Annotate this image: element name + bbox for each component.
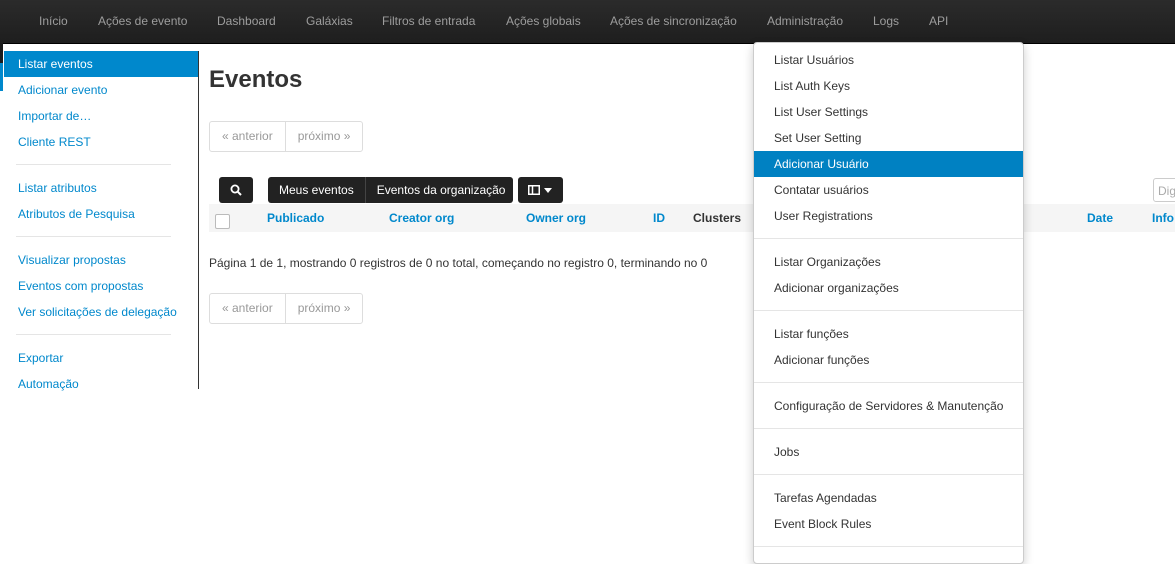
- sidebar-item-automacao[interactable]: Automação: [4, 371, 198, 397]
- menu-item-listar-usuarios[interactable]: Listar Usuários: [754, 47, 1023, 73]
- sidebar-item-atributos-de-pesquisa[interactable]: Atributos de Pesquisa: [4, 201, 198, 227]
- events-table-header: Publicado Creator org Owner org ID Clust…: [209, 204, 1175, 232]
- menu-item-listar-funcoes[interactable]: Listar funções: [754, 321, 1023, 347]
- select-all-checkbox[interactable]: [215, 214, 230, 229]
- column-creator-org[interactable]: Creator org: [389, 204, 454, 232]
- column-date[interactable]: Date: [1087, 204, 1113, 232]
- org-events-button[interactable]: Eventos da organização: [364, 177, 517, 203]
- menu-item-adicionar-organizacoes[interactable]: Adicionar organizações: [754, 275, 1023, 301]
- menu-item-list-user-settings[interactable]: List User Settings: [754, 99, 1023, 125]
- menu-item-list-auth-keys[interactable]: List Auth Keys: [754, 73, 1023, 99]
- search-input-placeholder: Dig: [1158, 184, 1175, 198]
- edge-accent-dark: [0, 43, 3, 63]
- nav-administracao[interactable]: Administração: [767, 0, 843, 43]
- sidebar: Listar eventos Adicionar evento Importar…: [4, 51, 199, 391]
- search-button[interactable]: [219, 177, 253, 203]
- nav-logs[interactable]: Logs: [873, 0, 899, 43]
- menu-item-contatar-usuarios[interactable]: Contatar usuários: [754, 177, 1023, 203]
- nav-acoes-de-evento[interactable]: Ações de evento: [98, 0, 187, 43]
- menu-item-event-block-rules[interactable]: Event Block Rules: [754, 511, 1023, 537]
- columns-toggle-button[interactable]: [518, 177, 563, 203]
- edge-accent-blue: [0, 63, 3, 91]
- nav-galaxias[interactable]: Galáxias: [306, 0, 353, 43]
- sidebar-item-cliente-rest[interactable]: Cliente REST: [4, 129, 198, 155]
- column-clusters: Clusters: [693, 211, 742, 225]
- admin-dropdown-menu: Listar Usuários List Auth Keys List User…: [753, 42, 1024, 564]
- sidebar-divider: [16, 236, 171, 237]
- sidebar-item-adicionar-evento[interactable]: Adicionar evento: [4, 77, 198, 103]
- column-publicado[interactable]: Publicado: [267, 204, 324, 232]
- nav-dashboard[interactable]: Dashboard: [217, 0, 276, 43]
- sidebar-divider: [16, 164, 171, 165]
- sidebar-divider: [16, 334, 171, 335]
- pagination-next-button[interactable]: próximo »: [284, 122, 363, 151]
- page-title: Eventos: [209, 66, 303, 93]
- menu-divider: [754, 428, 1023, 429]
- menu-item-adicionar-funcoes[interactable]: Adicionar funções: [754, 347, 1023, 373]
- menu-item-adicionar-usuario[interactable]: Adicionar Usuário: [754, 151, 1023, 177]
- nav-filtros-de-entrada[interactable]: Filtros de entrada: [382, 0, 475, 43]
- menu-divider: [754, 238, 1023, 239]
- nav-acoes-globais[interactable]: Ações globais: [506, 0, 581, 43]
- my-events-button[interactable]: Meus eventos: [268, 177, 365, 203]
- column-owner-org[interactable]: Owner org: [526, 204, 586, 232]
- search-input[interactable]: Dig: [1153, 178, 1175, 202]
- sidebar-item-exportar[interactable]: Exportar: [4, 345, 198, 371]
- column-id[interactable]: ID: [653, 204, 665, 232]
- menu-item-tarefas-agendadas[interactable]: Tarefas Agendadas: [754, 485, 1023, 511]
- pagination-top: « anterior próximo »: [209, 121, 364, 152]
- sidebar-item-eventos-com-propostas[interactable]: Eventos com propostas: [4, 273, 198, 299]
- pagination-summary: Página 1 de 1, mostrando 0 registros de …: [209, 256, 708, 270]
- pagination-prev-button[interactable]: « anterior: [210, 122, 285, 151]
- nav-inicio[interactable]: Início: [39, 0, 68, 43]
- pagination-next-button[interactable]: próximo »: [284, 294, 363, 323]
- sidebar-item-listar-atributos[interactable]: Listar atributos: [4, 175, 198, 201]
- caret-down-icon: [544, 188, 552, 193]
- menu-item-user-registrations[interactable]: User Registrations: [754, 203, 1023, 229]
- pagination-prev-button[interactable]: « anterior: [210, 294, 285, 323]
- menu-divider: [754, 310, 1023, 311]
- sidebar-item-visualizar-propostas[interactable]: Visualizar propostas: [4, 247, 198, 273]
- pagination-bottom: « anterior próximo »: [209, 293, 364, 324]
- top-navbar: Início Ações de evento Dashboard Galáxia…: [0, 0, 1175, 44]
- menu-item-jobs[interactable]: Jobs: [754, 439, 1023, 465]
- sidebar-item-importar[interactable]: Importar de…: [4, 103, 198, 129]
- menu-divider: [754, 474, 1023, 475]
- nav-acoes-de-sincronizacao[interactable]: Ações de sincronização: [610, 0, 737, 43]
- menu-item-listar-organizacoes[interactable]: Listar Organizações: [754, 249, 1023, 275]
- column-info[interactable]: Info: [1152, 204, 1174, 232]
- menu-divider: [754, 382, 1023, 383]
- sidebar-item-ver-solicitacoes-de-delegacao[interactable]: Ver solicitações de delegação: [4, 299, 198, 325]
- search-icon: [230, 184, 242, 196]
- sidebar-item-listar-eventos[interactable]: Listar eventos: [4, 51, 198, 77]
- nav-api[interactable]: API: [929, 0, 948, 43]
- event-scope-filter-group: Meus eventos Eventos da organização: [268, 177, 513, 203]
- menu-item-configuracao-servidores[interactable]: Configuração de Servidores & Manutenção: [754, 393, 1023, 419]
- menu-item-set-user-setting[interactable]: Set User Setting: [754, 125, 1023, 151]
- columns-icon: [528, 185, 540, 195]
